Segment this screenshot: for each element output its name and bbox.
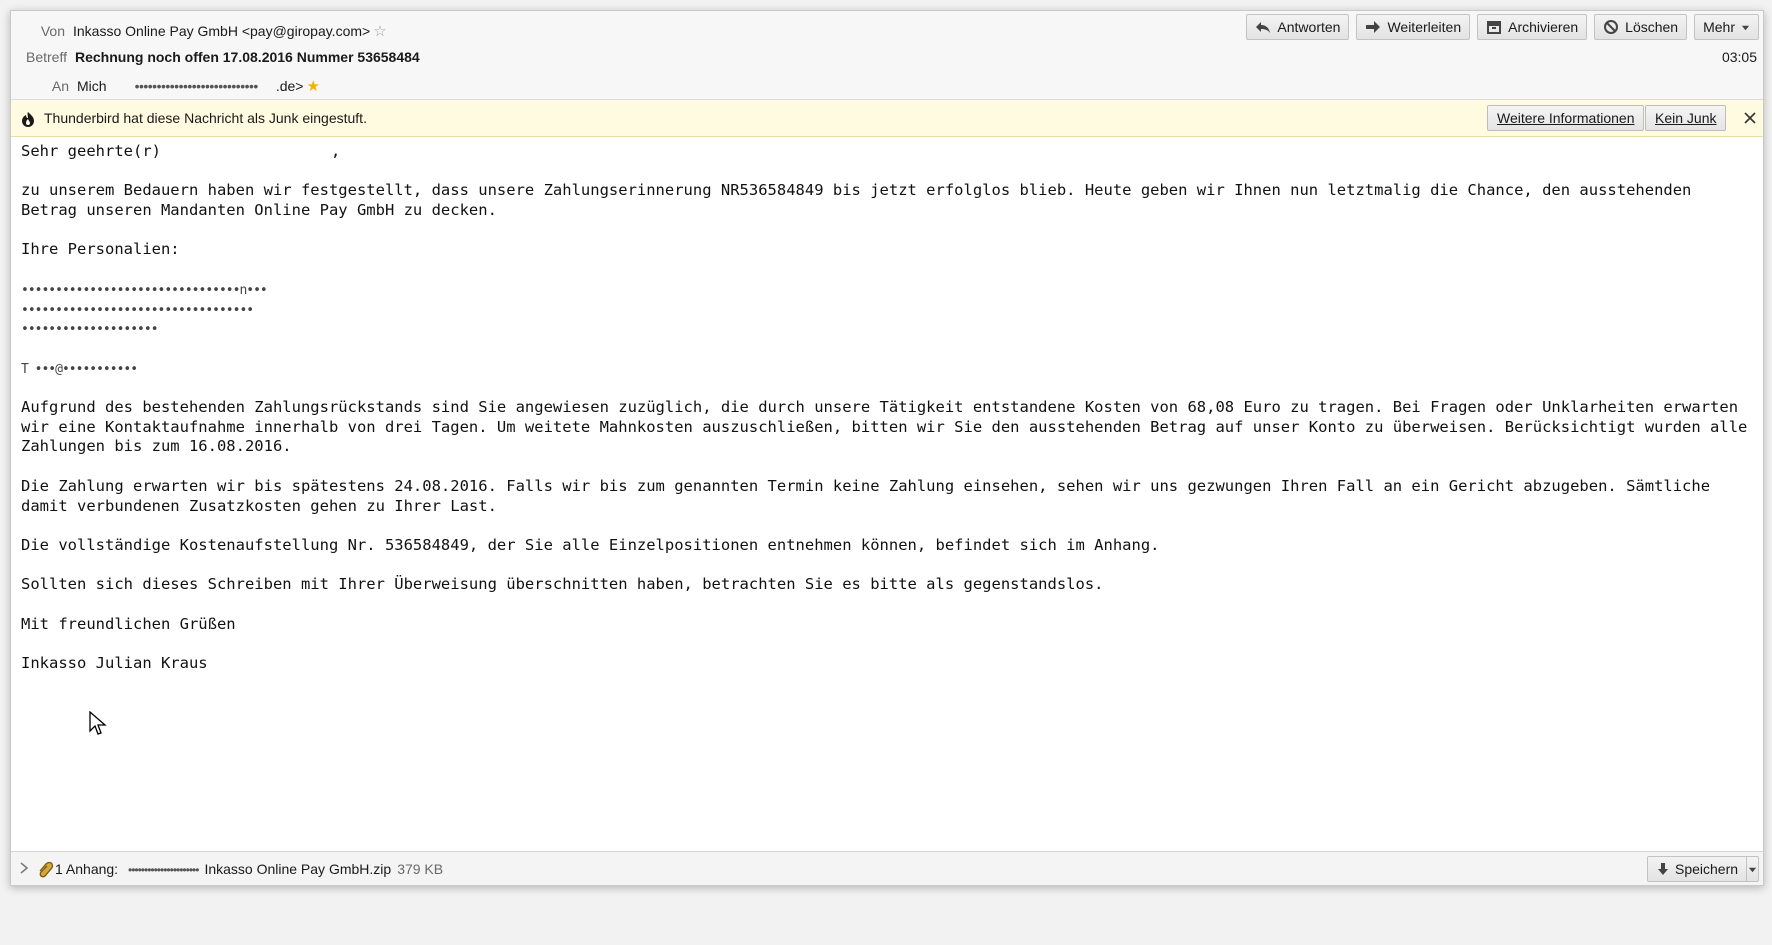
to-label: An (51, 78, 69, 94)
expand-chevron-icon[interactable] (17, 861, 31, 875)
signature: Inkasso Julian Kraus (21, 654, 208, 673)
junk-notification-bar: Thunderbird hat diese Nachricht als Junk… (11, 100, 1763, 137)
forward-label: Weiterleiten (1387, 19, 1462, 35)
archive-button[interactable]: Archivieren (1477, 14, 1588, 40)
personal-line-1: ••••••••••••••••••••••••••••••••n••• (21, 280, 1757, 300)
message-body: Sehr geehrte(r), zu unserem Bedauern hab… (21, 142, 1757, 693)
personal-redacted-4: T •••@••••••••••• (21, 361, 138, 377)
personal-line-3: •••••••••••••••••••• (21, 319, 1757, 339)
reply-label: Antworten (1277, 19, 1341, 35)
archive-label: Archivieren (1508, 19, 1579, 35)
personal-line-2: •••••••••••••••••••••••••••••••••• (21, 300, 1757, 320)
delete-label: Löschen (1625, 19, 1679, 35)
save-dropdown[interactable] (1747, 865, 1758, 874)
message-toolbar: Antworten Weiterleiten Archivieren Lösch… (1246, 14, 1759, 40)
chevron-down-icon (1748, 867, 1757, 872)
to-redacted: •••••••••••••••••••••••••••• (134, 78, 259, 94)
chevron-down-icon (1741, 25, 1750, 30)
paragraph-3: Die Zahlung erwarten wir bis spätestens … (21, 476, 1711, 515)
to-suffix: .de> (275, 78, 304, 94)
star-outline-icon[interactable]: ☆ (373, 23, 386, 40)
not-junk-label: Kein Junk (1655, 110, 1717, 126)
more-button[interactable]: Mehr (1694, 14, 1759, 40)
from-value[interactable]: Inkasso Online Pay GmbH <pay@giropay.com… (73, 23, 370, 39)
greeting: Sehr geehrte(r) (21, 142, 161, 160)
paragraph-2: Aufgrund des bestehenden Zahlungsrücksta… (21, 398, 1748, 456)
reply-button[interactable]: Antworten (1246, 14, 1350, 40)
close-icon[interactable] (1742, 110, 1758, 126)
forward-button[interactable]: Weiterleiten (1356, 14, 1471, 40)
archive-icon (1487, 21, 1502, 34)
paperclip-icon (39, 861, 54, 878)
attachment-file[interactable]: •••••••••••••••••••••• Inkasso Online Pay… (128, 861, 443, 877)
personal-heading: Ihre Personalien: (21, 240, 180, 259)
attachment-bar: 1 Anhang: •••••••••••••••••••••• Inkasso … (11, 851, 1763, 885)
message-window: Von Inkasso Online Pay GmbH <pay@giropay.… (10, 10, 1764, 886)
paragraph-1: zu unserem Bedauern haben wir festgestel… (21, 181, 1692, 220)
closing: Mit freundlichen Grüßen (21, 614, 236, 633)
subject-row: Betreff Rechnung noch offen 17.08.2016 Nu… (17, 49, 420, 65)
attachment-redacted: •••••••••••••••••••••• (128, 863, 199, 877)
greeting-comma: , (330, 142, 341, 160)
personal-blank (21, 339, 1757, 359)
greeting-line: Sehr geehrte(r), (21, 142, 1757, 162)
delete-icon (1604, 20, 1619, 34)
personal-redacted-1: ••••••••••••••••••••••••••••••••n••• (21, 282, 268, 298)
more-info-button[interactable]: Weitere Informationen (1487, 105, 1645, 131)
paragraph-4: Die vollständige Kostenaufstellung Nr. 5… (21, 535, 1160, 554)
more-label: Mehr (1703, 19, 1735, 35)
personal-redacted-2: •••••••••••••••••••••••••••••••••• (21, 302, 254, 318)
download-icon (1658, 863, 1668, 875)
attachment-filename: Inkasso Online Pay GmbH.zip (204, 861, 392, 877)
message-time: 03:05 (1721, 49, 1757, 65)
save-main[interactable]: Speichern (1648, 857, 1748, 881)
forward-icon (1366, 21, 1381, 33)
not-junk-button[interactable]: Kein Junk (1645, 105, 1727, 131)
mouse-cursor-icon (89, 711, 107, 735)
from-label: Von (40, 23, 65, 39)
junk-flame-icon (22, 112, 34, 127)
star-filled-icon[interactable]: ★ (306, 78, 319, 95)
from-row: Von Inkasso Online Pay GmbH <pay@giropay.… (35, 22, 387, 40)
reply-icon (1256, 22, 1271, 33)
save-label: Speichern (1675, 861, 1739, 877)
more-info-label: Weitere Informationen (1497, 110, 1635, 126)
junk-message: Thunderbird hat diese Nachricht als Junk… (44, 110, 367, 126)
to-row: An Mich •••••••••••••••••••••••••••• .de> ★ (35, 77, 320, 95)
attachment-count: 1 Anhang: (55, 861, 119, 877)
attachment-size: 379 KB (397, 861, 444, 877)
subject-value: Rechnung noch offen 17.08.2016 Nummer 53… (75, 49, 420, 65)
personal-line-4: T •••@••••••••••• (21, 359, 1757, 379)
to-name[interactable]: Mich (77, 78, 107, 94)
save-attachment-button[interactable]: Speichern (1647, 856, 1759, 882)
subject-label: Betreff (26, 49, 67, 65)
paragraph-5: Sollten sich dieses Schreiben mit Ihrer … (21, 575, 1104, 594)
message-header: Von Inkasso Online Pay GmbH <pay@giropay.… (11, 11, 1763, 100)
personal-redacted-3: •••••••••••••••••••• (21, 322, 159, 338)
delete-button[interactable]: Löschen (1594, 14, 1688, 40)
